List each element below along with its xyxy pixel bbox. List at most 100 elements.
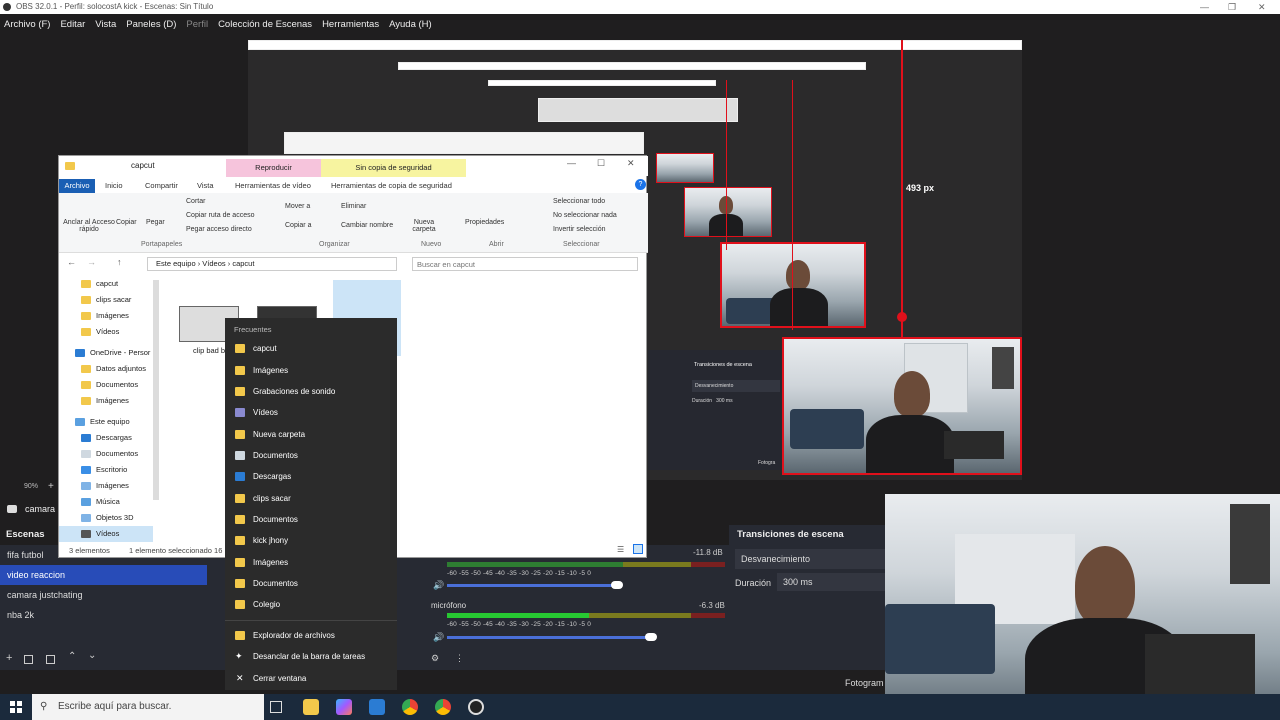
properties-button[interactable]: Propiedades [465,219,504,226]
delete-button[interactable]: Eliminar [341,203,366,210]
copy-to-button[interactable]: Copiar a [285,222,311,229]
jump-item-imagenes-2[interactable]: Imágenes [225,552,397,573]
rename-button[interactable]: Cambiar nombre [341,222,393,229]
explorer-close-icon[interactable]: ✕ [627,158,635,169]
paste-shortcut-button[interactable]: Pegar acceso directo [186,226,252,233]
nav-descargas[interactable]: Descargas [59,430,132,446]
move-to-button[interactable]: Mover a [285,203,310,210]
scene-item-camara[interactable]: camara justchating [0,585,226,605]
invert-selection-button[interactable]: Invertir selección [553,226,606,233]
cut-button[interactable]: Cortar [186,198,205,205]
track1-slider-handle[interactable] [611,581,623,589]
menu-archivo[interactable]: Archivo (F) [4,19,50,30]
jump-item-imagenes[interactable]: Imágenes [225,360,397,381]
context-tab-play[interactable]: Reproducir [226,159,321,177]
move-down-icon[interactable]: ⌄ [88,650,96,661]
add-scene-icon[interactable]: + [6,652,12,664]
details-view-icon[interactable]: ☰ [617,545,624,554]
obs-taskbar-icon[interactable] [468,699,484,715]
transition-select[interactable]: Desvanecimiento [735,549,885,569]
nav-scrollbar[interactable] [153,280,159,500]
tab-compartir[interactable]: Compartir [145,179,178,193]
forward-icon[interactable]: → [87,257,96,267]
tab-inicio[interactable]: Inicio [105,179,123,193]
nav-escritorio[interactable]: Escritorio [59,462,127,478]
track2-slider-handle[interactable] [645,633,657,641]
nav-onedrive[interactable]: OneDrive - Persor [59,345,150,361]
store-taskbar-icon[interactable] [369,699,385,715]
nav-capcut[interactable]: capcut [59,276,118,292]
tab-herramientas-copia[interactable]: Herramientas de copia de seguridad [331,179,452,193]
jump-item-documentos-1[interactable]: Documentos [225,445,397,466]
menu-coleccion-escenas[interactable]: Colección de Escenas [218,19,312,30]
explorer-search-input[interactable] [412,257,638,271]
zoom-in-button[interactable]: + [48,481,54,492]
webcam-source[interactable] [782,337,1022,475]
menu-paneles[interactable]: Paneles (D) [126,19,176,30]
jump-item-documentos-2[interactable]: Documentos [225,509,397,530]
mixer-settings-icon[interactable]: ⚙ [431,653,439,664]
nav-clips-sacar[interactable]: clips sacar [59,292,131,308]
back-icon[interactable]: ← [67,257,76,267]
menu-ayuda[interactable]: Ayuda (H) [389,19,432,30]
jump-close-window[interactable]: ✕ Cerrar ventana [225,668,397,689]
guide-handle[interactable] [897,312,907,322]
nav-videos[interactable]: Vídeos [59,324,119,340]
jump-item-colegio[interactable]: Colegio [225,594,397,615]
context-tab-backup[interactable]: Sin copia de seguridad [321,159,466,177]
nav-este-equipo[interactable]: Este equipo [59,414,130,430]
track1-volume-slider[interactable] [447,584,617,587]
breadcrumb-videos[interactable]: Vídeos [202,259,225,268]
file-explorer-taskbar-icon[interactable] [303,699,319,715]
taskbar-search[interactable]: ⚲ Escribe aquí para buscar. [32,694,264,720]
nav-imagenes-od[interactable]: Imágenes [59,393,129,409]
remove-scene-icon[interactable] [24,655,33,664]
menu-editar[interactable]: Editar [60,19,85,30]
maximize-icon[interactable]: ❐ [1228,0,1236,14]
chrome-taskbar-icon[interactable] [402,699,418,715]
address-bar[interactable]: Este equipo › Vídeos › capcut [147,257,397,271]
scene-item-video-reaccion[interactable]: video reaccion [0,565,207,585]
close-icon[interactable]: ✕ [1258,0,1266,14]
paste-button[interactable]: Pegar [146,219,165,226]
zoom-level[interactable]: 90% [24,483,38,490]
tab-vista[interactable]: Vista [197,179,214,193]
new-folder-button[interactable]: Nueva carpeta [409,219,439,233]
select-none-button[interactable]: No seleccionar nada [553,212,617,219]
nav-imagenes-pc[interactable]: Imágenes [59,478,129,494]
help-icon[interactable]: ? [635,179,646,190]
jump-item-capcut[interactable]: capcut [225,338,397,359]
start-button-icon[interactable] [10,701,22,713]
menu-herramientas[interactable]: Herramientas [322,19,379,30]
explorer-maximize-icon[interactable]: ☐ [597,158,605,169]
jump-item-descargas[interactable]: Descargas [225,466,397,487]
scene-filter-icon[interactable] [46,655,55,664]
scene-item-nba[interactable]: nba 2k [0,605,226,625]
duration-input[interactable]: 300 ms [777,573,887,591]
breadcrumb-este-equipo[interactable]: Este equipo [156,259,196,268]
jump-open-explorer[interactable]: Explorador de archivos [225,625,397,646]
jump-item-videos[interactable]: Vídeos [225,402,397,423]
up-icon[interactable]: ↑ [117,257,122,267]
task-view-icon[interactable] [270,701,282,713]
explorer-minimize-icon[interactable]: — [567,158,576,168]
jump-item-clips-sacar[interactable]: clips sacar [225,488,397,509]
nav-documentos-od[interactable]: Documentos [59,377,138,393]
jump-item-grabaciones[interactable]: Grabaciones de sonido [225,381,397,402]
menu-perfil[interactable]: Perfil [186,19,208,30]
tab-herramientas-video[interactable]: Herramientas de vídeo [235,179,311,193]
nav-documentos[interactable]: Documentos [59,446,138,462]
move-up-icon[interactable]: ⌃ [68,651,76,662]
nav-objetos-3d[interactable]: Objetos 3D [59,510,134,526]
pin-quick-access-button[interactable]: Anclar al Acceso rápido [63,219,115,233]
jump-item-nueva-carpeta[interactable]: Nueva carpeta [225,424,397,445]
nav-datos-adjuntos[interactable]: Datos adjuntos [59,361,146,377]
menu-vista[interactable]: Vista [95,19,116,30]
breadcrumb-capcut[interactable]: capcut [232,259,254,268]
copilot-taskbar-icon[interactable] [336,699,352,715]
jump-item-kick-jhony[interactable]: kick jhony [225,530,397,551]
jump-item-documentos-3[interactable]: Documentos [225,573,397,594]
nav-videos-pc[interactable]: Vídeos [59,526,153,542]
mixer-menu-icon[interactable]: ⋮ [455,653,464,664]
nav-musica[interactable]: Música [59,494,120,510]
